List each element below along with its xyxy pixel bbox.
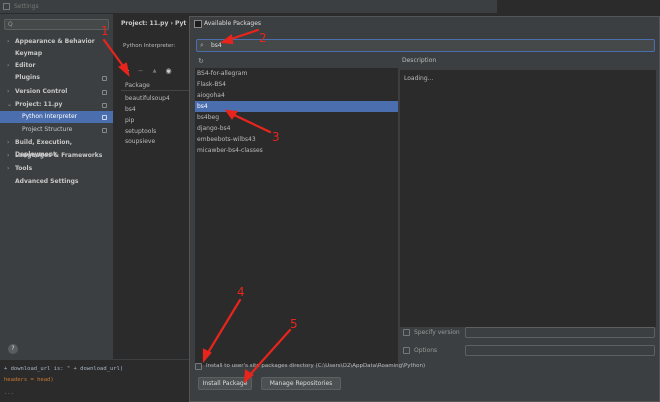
sidebar-item-label: Keymap — [15, 50, 43, 57]
chevron-right-icon: › — [7, 139, 10, 146]
package-row[interactable]: setuptools — [125, 128, 156, 135]
code-line: headers = head) — [4, 377, 54, 383]
package-row[interactable]: beautifulsoup4 — [125, 95, 170, 102]
result-item[interactable]: bs4beg — [195, 112, 398, 123]
settings-sidebar: Q › Appearance & Behavior Keymap › Edito… — [0, 14, 113, 359]
project-scope-icon — [102, 128, 107, 133]
sidebar-item-project-structure[interactable]: Project Structure — [0, 124, 113, 136]
sidebar-item-label: Project: 11.py — [15, 101, 63, 108]
editor-background: + download_url is: " + download_url) hea… — [0, 359, 191, 402]
description-text: Loading... — [404, 75, 434, 82]
description-box: Loading... — [400, 70, 656, 327]
dialog-title: Available Packages — [204, 20, 262, 27]
result-item[interactable]: BS4-for-allegram — [195, 68, 398, 79]
breadcrumb: Project: 11.py › Pyt — [121, 20, 187, 27]
options-checkbox[interactable] — [403, 347, 410, 354]
sidebar-item-label: Advanced Settings — [15, 178, 79, 185]
result-item[interactable]: micawber-bs4-classes — [195, 145, 398, 156]
options-input[interactable] — [465, 345, 655, 356]
install-package-button[interactable]: Install Package — [198, 377, 252, 390]
remove-package-button[interactable]: − — [135, 66, 146, 77]
package-search-field[interactable]: ⌕ — [196, 39, 655, 52]
interpreter-panel: Project: 11.py › Pyt Python Interpreter:… — [113, 14, 191, 359]
code-line: ... — [4, 390, 14, 396]
description-label: Description — [402, 57, 437, 64]
result-item[interactable]: embeebots-wilbs43 — [195, 134, 398, 145]
package-toolbar: + − ▲ ◉ — [121, 66, 191, 77]
code-line: + download_url is: " + download_url) — [4, 366, 124, 372]
available-packages-dialog: Available Packages ⌕ ↻ BS4-for-allegram … — [189, 16, 660, 402]
project-scope-icon — [102, 115, 107, 120]
sidebar-item-label: Editor — [15, 62, 36, 69]
sidebar-item-editor[interactable]: › Editor — [0, 60, 113, 72]
sidebar-item-version-control[interactable]: › Version Control — [0, 86, 113, 98]
sidebar-item-label: Project Structure — [22, 126, 73, 133]
sidebar-item-label: Python Interpreter — [22, 113, 78, 120]
add-package-button[interactable]: + — [121, 66, 132, 77]
sidebar-item-languages[interactable]: › Languages & Frameworks — [0, 150, 113, 162]
sidebar-item-keymap[interactable]: Keymap — [0, 48, 113, 60]
options-label: Options — [414, 347, 438, 354]
chevron-down-icon: ⌄ — [7, 101, 13, 108]
package-row[interactable]: bs4 — [125, 106, 136, 113]
settings-window-icon — [3, 3, 10, 10]
pycharm-icon — [194, 20, 202, 28]
result-item[interactable]: aiogoha4 — [195, 90, 398, 101]
sidebar-item-label: Appearance & Behavior — [15, 38, 95, 45]
project-scope-icon — [102, 103, 107, 108]
specify-version-label: Specify version — [414, 329, 460, 336]
sidebar-item-label: Tools — [15, 165, 33, 172]
specify-version-checkbox[interactable] — [403, 329, 410, 336]
python-interpreter-label: Python Interpreter: — [123, 43, 176, 49]
sidebar-item-plugins[interactable]: Plugins — [0, 72, 113, 84]
sidebar-item-label: Plugins — [15, 74, 40, 81]
sidebar-item-advanced[interactable]: Advanced Settings — [0, 176, 113, 188]
install-user-site-checkbox[interactable] — [195, 363, 202, 370]
sidebar-item-tools[interactable]: › Tools — [0, 163, 113, 175]
sidebar-item-label: Languages & Frameworks — [15, 152, 103, 159]
settings-search-input[interactable]: Q — [4, 19, 109, 30]
package-row[interactable]: soupsieve — [125, 138, 155, 145]
chevron-right-icon: › — [7, 88, 10, 95]
project-scope-icon — [102, 76, 107, 81]
chevron-right-icon: › — [7, 165, 10, 172]
upgrade-package-button[interactable]: ▲ — [149, 66, 160, 77]
package-result-list: BS4-for-allegram Flask-BS4 aiogoha4 bs4 … — [195, 68, 398, 365]
version-select[interactable] — [465, 327, 655, 338]
refresh-icon[interactable]: ↻ — [198, 57, 204, 65]
eye-icon[interactable]: ◉ — [163, 66, 174, 77]
settings-window-title: Settings — [14, 3, 39, 10]
chevron-right-icon: › — [7, 152, 10, 159]
description-panel: Description Loading... — [400, 57, 656, 327]
chevron-right-icon: › — [7, 62, 10, 69]
sidebar-item-appearance[interactable]: › Appearance & Behavior — [0, 36, 113, 48]
result-item[interactable]: django-bs4 — [195, 123, 398, 134]
dialog-title-bar: Available Packages — [190, 17, 659, 31]
help-button[interactable]: ? — [8, 344, 18, 354]
manage-repositories-button[interactable]: Manage Repositories — [261, 377, 341, 390]
package-column-header[interactable]: Package — [121, 80, 191, 91]
sidebar-item-label: Version Control — [15, 88, 68, 95]
package-search-input[interactable] — [211, 40, 641, 51]
sidebar-item-project[interactable]: ⌄ Project: 11.py — [0, 99, 113, 111]
settings-title-bar: Settings — [0, 0, 497, 14]
sidebar-item-build[interactable]: › Build, Execution, Deployment — [0, 137, 113, 158]
result-item[interactable]: Flask-BS4 — [195, 79, 398, 90]
search-icon: ⌕ — [200, 41, 204, 49]
chevron-right-icon: › — [7, 38, 10, 45]
result-item-selected[interactable]: bs4 — [195, 101, 398, 112]
install-user-site-label: Install to user's site packages director… — [206, 363, 426, 369]
sidebar-item-python-interpreter[interactable]: Python Interpreter — [0, 111, 113, 123]
package-row[interactable]: pip — [125, 117, 134, 124]
project-scope-icon — [102, 90, 107, 95]
